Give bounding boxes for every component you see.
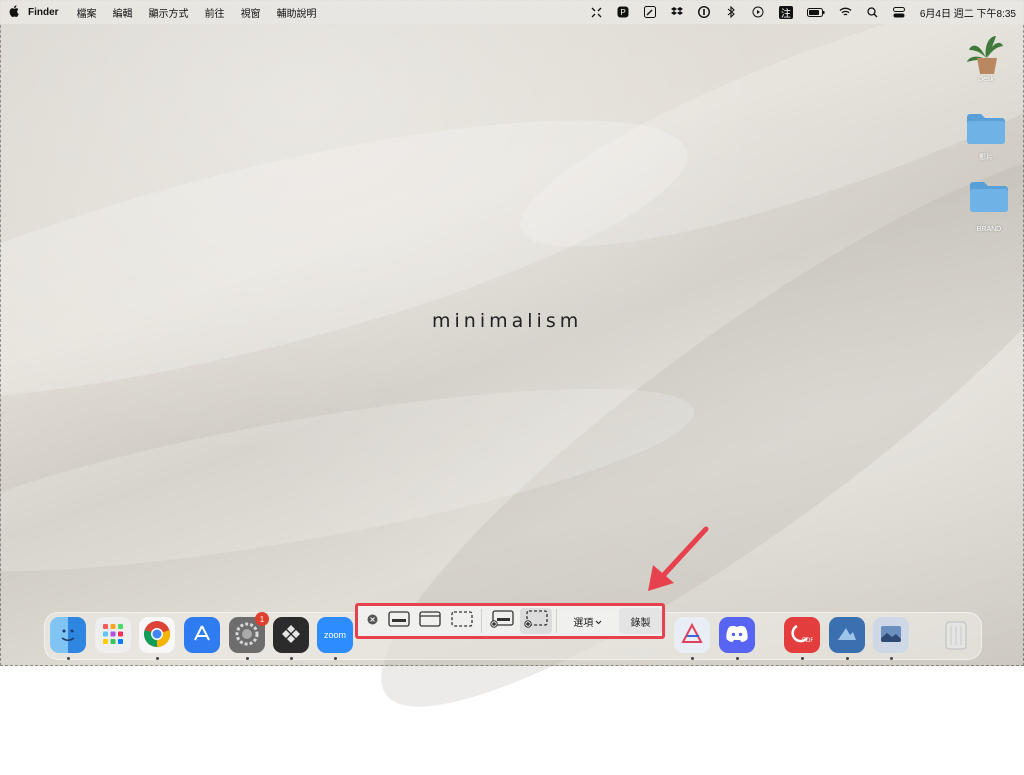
screenshot-toolbar: 選項 錄製 bbox=[355, 603, 665, 639]
input-method-icon[interactable]: 注 bbox=[778, 5, 793, 20]
dock-app-chrome[interactable] bbox=[139, 617, 175, 653]
control-center-icon[interactable] bbox=[893, 6, 906, 19]
zoom-label: zoom bbox=[323, 630, 346, 640]
folder-icon bbox=[965, 112, 1007, 146]
running-indicator bbox=[846, 657, 849, 660]
bluetooth-icon[interactable] bbox=[725, 6, 738, 19]
record-label: 錄製 bbox=[630, 617, 651, 629]
desktop-icon-videos[interactable]: 影片 bbox=[958, 112, 1014, 162]
record-button[interactable]: 錄製 bbox=[619, 608, 663, 634]
record-screen-button[interactable] bbox=[486, 608, 517, 634]
p-icon[interactable]: P bbox=[617, 6, 630, 19]
menu-file[interactable]: 檔案 bbox=[77, 5, 97, 20]
toolbar-divider bbox=[555, 609, 557, 633]
search-icon[interactable] bbox=[866, 6, 879, 19]
trash-icon bbox=[943, 618, 969, 652]
record-screen-icon bbox=[489, 609, 514, 633]
capture-window-button[interactable] bbox=[415, 608, 446, 634]
toolbar-divider bbox=[481, 609, 483, 633]
setapp-icon bbox=[281, 624, 301, 646]
menu-help[interactable]: 輔助說明 bbox=[277, 5, 317, 20]
menu-go[interactable]: 前往 bbox=[205, 5, 225, 20]
folder-icon bbox=[968, 180, 1010, 214]
notification-badge: 1 bbox=[255, 612, 269, 626]
record-selection-icon bbox=[524, 609, 548, 633]
running-indicator bbox=[801, 657, 804, 660]
running-indicator bbox=[736, 657, 739, 660]
menubar-clock[interactable]: 6月4日 週二 下午8:35 bbox=[920, 5, 1016, 20]
plant-icon bbox=[965, 32, 1007, 76]
svg-text:PDF: PDF bbox=[802, 638, 813, 644]
battery-icon[interactable] bbox=[806, 6, 825, 19]
dock-app-photo[interactable] bbox=[873, 617, 909, 653]
dock-app-system-settings[interactable]: 1 bbox=[229, 612, 269, 653]
annotation-arrow bbox=[648, 526, 709, 591]
launchpad-icon bbox=[101, 622, 125, 648]
pdf-icon: PDF bbox=[791, 623, 814, 647]
close-icon bbox=[367, 612, 378, 630]
screen-icon bbox=[388, 610, 410, 632]
options-label: 選項 bbox=[573, 617, 594, 629]
menu-view[interactable]: 顯示方式 bbox=[149, 5, 189, 20]
play-icon[interactable] bbox=[752, 6, 765, 19]
1password-icon[interactable] bbox=[698, 6, 711, 19]
menubar-status-area: P 注 6月4日 週二 下午8:35 bbox=[590, 0, 1016, 24]
running-indicator bbox=[67, 657, 70, 660]
running-indicator bbox=[246, 657, 249, 660]
chrome-icon bbox=[143, 620, 171, 650]
dropbox-icon[interactable] bbox=[671, 6, 684, 19]
desktop-icon-desk[interactable]: Desk bbox=[958, 32, 1014, 83]
menu-finder[interactable]: Finder bbox=[28, 7, 59, 18]
running-indicator bbox=[890, 657, 893, 660]
window-icon bbox=[419, 610, 441, 632]
dock-app-launchpad[interactable] bbox=[95, 617, 131, 653]
dock-app-preview[interactable] bbox=[829, 617, 865, 653]
close-button[interactable] bbox=[362, 608, 383, 634]
dock-app-setapp[interactable] bbox=[273, 617, 309, 653]
dock-app-discord[interactable] bbox=[719, 617, 755, 653]
dock-app-finder[interactable] bbox=[50, 617, 86, 653]
preview-icon bbox=[835, 622, 859, 648]
record-selection-button[interactable] bbox=[520, 608, 552, 634]
affinity-icon bbox=[680, 622, 704, 648]
desktop-icon-label: 影片 bbox=[979, 154, 993, 161]
desktop-icon-brand[interactable]: BRAND bbox=[961, 180, 1017, 233]
dock-app-app-store[interactable] bbox=[184, 617, 220, 653]
options-dropdown[interactable]: 選項 bbox=[560, 608, 615, 634]
capture-selection-border bbox=[0, 0, 1024, 666]
wallpaper-wordmark: minimalism bbox=[432, 310, 583, 332]
gear-icon bbox=[234, 621, 260, 649]
dock-app-pdf-expert[interactable]: PDF bbox=[784, 617, 820, 653]
desktop-icon-label: BRAND bbox=[976, 226, 1002, 233]
svg-text:P: P bbox=[621, 8, 626, 17]
dock-app-zoom[interactable]: zoom bbox=[317, 617, 353, 653]
discord-icon bbox=[725, 625, 749, 645]
menu-edit[interactable]: 編輯 bbox=[113, 5, 133, 20]
capture-selection-button[interactable] bbox=[446, 608, 477, 634]
capture-entire-screen-button[interactable] bbox=[383, 608, 414, 634]
photo-icon bbox=[879, 622, 903, 648]
pen-icon[interactable] bbox=[644, 6, 657, 19]
running-indicator bbox=[290, 657, 293, 660]
dock-app-affinity[interactable] bbox=[674, 617, 710, 653]
menu-bar: Finder 檔案 編輯 顯示方式 前往 視窗 輔助說明 P 注 6月4日 週二… bbox=[0, 0, 1024, 24]
desktop-icon-label: Desk bbox=[978, 76, 994, 83]
chevron-down-icon bbox=[595, 612, 602, 630]
running-indicator bbox=[156, 657, 159, 660]
apple-icon[interactable] bbox=[0, 4, 28, 20]
dock-trash[interactable] bbox=[938, 617, 974, 653]
move-icon[interactable] bbox=[590, 6, 603, 19]
finder-icon bbox=[55, 621, 81, 649]
running-indicator bbox=[334, 657, 337, 660]
menu-window[interactable]: 視窗 bbox=[241, 5, 261, 20]
running-indicator bbox=[691, 657, 694, 660]
app-store-icon bbox=[191, 623, 213, 647]
selection-icon bbox=[450, 610, 473, 632]
wifi-icon[interactable] bbox=[839, 6, 852, 19]
